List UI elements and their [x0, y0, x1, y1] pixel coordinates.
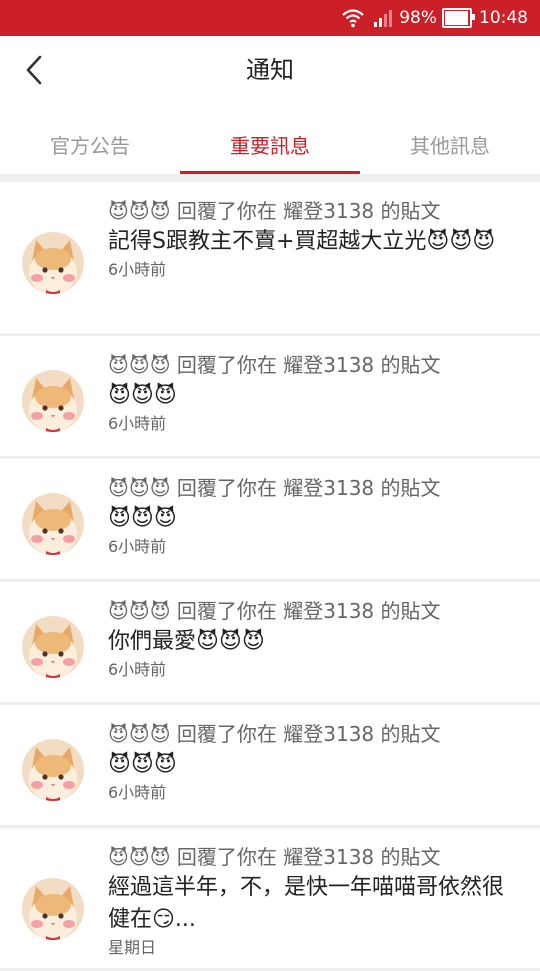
- notification-content: 😈😈😈 回覆了你在 耀登3138 的貼文 你們最愛😈😈😈 6小時前: [108, 596, 508, 682]
- notification-time: 6小時前: [108, 783, 167, 802]
- notification-item[interactable]: 😈😈😈 回覆了你在 耀登3138 的貼文 記得S跟教主不賣+買超越大立光😈😈😈 …: [0, 182, 540, 333]
- tab-official-announcements[interactable]: 官方公告: [0, 104, 180, 174]
- notification-header: 😈😈😈 回覆了你在 耀登3138 的貼文: [108, 722, 441, 746]
- notification-message: 記得S跟教主不賣+買超越大立光😈😈😈: [108, 229, 496, 254]
- notification-header: 😈😈😈 回覆了你在 耀登3138 的貼文: [108, 353, 441, 377]
- battery-percent: 98%: [399, 8, 437, 28]
- notification-message: 😈😈😈: [108, 506, 177, 531]
- notification-content: 😈😈😈 回覆了你在 耀登3138 的貼文 經過這半年，不，是快一年喵喵哥依然很健…: [108, 842, 508, 960]
- notification-item[interactable]: 😈😈😈 回覆了你在 耀登3138 的貼文 你們最愛😈😈😈 6小時前: [0, 582, 540, 702]
- notification-header: 😈😈😈 回覆了你在 耀登3138 的貼文: [108, 845, 441, 869]
- signal-icon: [374, 10, 393, 27]
- cat-avatar: [22, 232, 84, 294]
- cat-avatar: [22, 739, 84, 801]
- notification-time: 6小時前: [108, 260, 167, 279]
- wifi-icon: [342, 9, 364, 28]
- notification-item[interactable]: 😈😈😈 回覆了你在 耀登3138 的貼文 😈😈😈 6小時前: [0, 336, 540, 456]
- chevron-left-icon[interactable]: [20, 54, 50, 86]
- notification-message: 😈😈😈: [108, 383, 177, 408]
- notification-message: 😈😈😈: [108, 752, 177, 777]
- notification-time: 星期日: [108, 938, 157, 957]
- cat-avatar: [22, 616, 84, 678]
- battery-icon: [442, 8, 475, 28]
- notification-content: 😈😈😈 回覆了你在 耀登3138 的貼文 😈😈😈 6小時前: [108, 473, 508, 559]
- notification-header: 😈😈😈 回覆了你在 耀登3138 的貼文: [108, 599, 441, 623]
- status-bar: 98% 10:48: [0, 0, 540, 36]
- page-title: 通知: [246, 56, 294, 84]
- notification-message: 經過這半年，不，是快一年喵喵哥依然很健在😏...: [108, 875, 505, 932]
- divider: [0, 174, 540, 182]
- notification-message: 你們最愛😈😈😈: [108, 629, 265, 654]
- tab-other-messages[interactable]: 其他訊息: [360, 104, 540, 174]
- notification-time: 6小時前: [108, 414, 167, 433]
- cat-avatar: [22, 370, 84, 432]
- notification-time: 6小時前: [108, 660, 167, 679]
- cat-avatar: [22, 493, 84, 555]
- cat-avatar: [22, 878, 84, 940]
- notification-item[interactable]: 😈😈😈 回覆了你在 耀登3138 的貼文 😈😈😈 6小時前: [0, 459, 540, 579]
- notification-time: 6小時前: [108, 537, 167, 556]
- status-icons: 98% 10:48: [341, 0, 528, 36]
- notification-list: 😈😈😈 回覆了你在 耀登3138 的貼文 記得S跟教主不賣+買超越大立光😈😈😈 …: [0, 182, 540, 971]
- notification-content: 😈😈😈 回覆了你在 耀登3138 的貼文 記得S跟教主不賣+買超越大立光😈😈😈 …: [108, 196, 508, 282]
- notification-item[interactable]: 😈😈😈 回覆了你在 耀登3138 的貼文 😈😈😈 6小時前: [0, 705, 540, 825]
- tab-bar: 官方公告 重要訊息 其他訊息: [0, 104, 540, 174]
- app-header: 通知: [0, 36, 540, 104]
- tab-important-messages[interactable]: 重要訊息: [180, 104, 360, 174]
- notification-header: 😈😈😈 回覆了你在 耀登3138 的貼文: [108, 476, 441, 500]
- notification-content: 😈😈😈 回覆了你在 耀登3138 的貼文 😈😈😈 6小時前: [108, 350, 508, 436]
- notification-header: 😈😈😈 回覆了你在 耀登3138 的貼文: [108, 199, 441, 223]
- clock: 10:48: [479, 8, 528, 28]
- notification-content: 😈😈😈 回覆了你在 耀登3138 的貼文 😈😈😈 6小時前: [108, 719, 508, 805]
- notification-item[interactable]: 😈😈😈 回覆了你在 耀登3138 的貼文 經過這半年，不，是快一年喵喵哥依然很健…: [0, 828, 540, 968]
